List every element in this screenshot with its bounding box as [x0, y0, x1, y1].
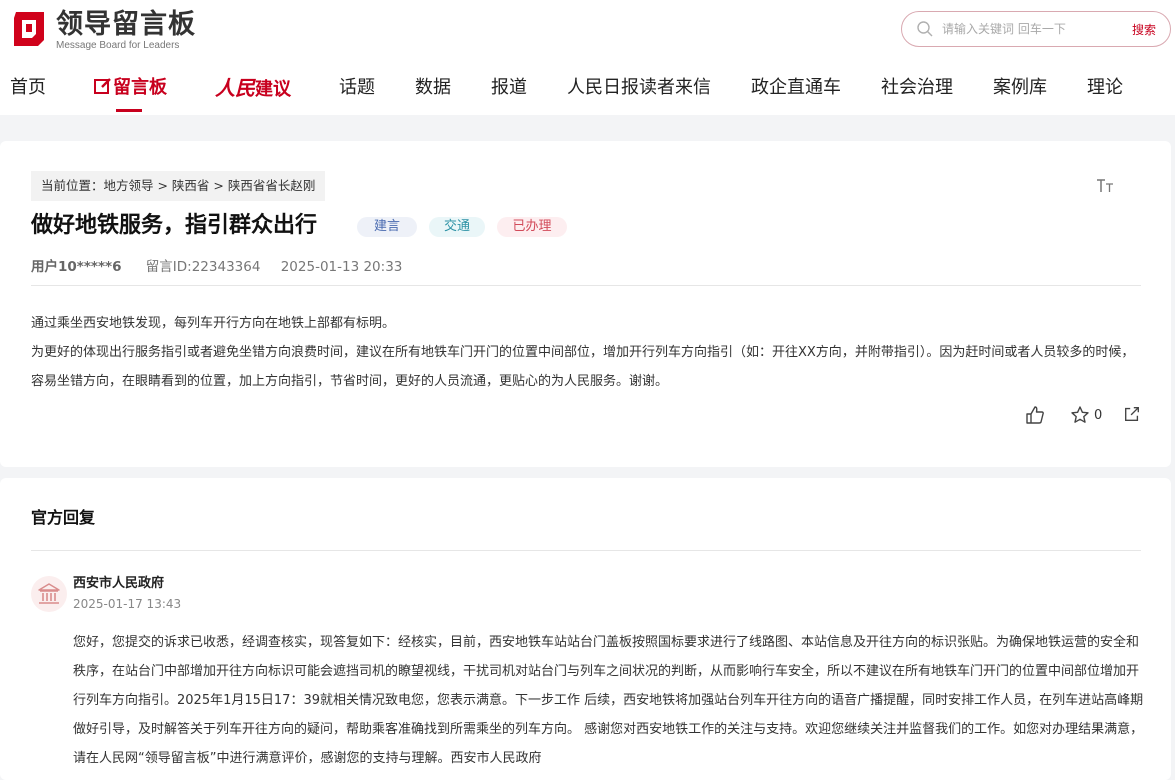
- message-paragraph: 为更好的体现出行服务指引或者避免坐错方向浪费时间，建议在所有地铁车门开门的位置中…: [31, 345, 1135, 389]
- message-card: 当前位置：地方领导 > 陕西省 > 陕西省省长赵刚 做好地铁服务，指引群众出行 …: [0, 141, 1171, 467]
- breadcrumb: 当前位置：地方领导 > 陕西省 > 陕西省省长赵刚: [31, 171, 326, 201]
- favorite-count: 0: [1094, 407, 1103, 423]
- search-icon: [917, 21, 933, 37]
- share-icon: [1125, 407, 1139, 421]
- nav-data[interactable]: 数据: [415, 74, 451, 102]
- reply-body: 您好，您提交的诉求已收悉，经调查核实，现答复如下：经核实，目前，西安地铁车站站台…: [73, 635, 1144, 766]
- tag-traffic[interactable]: 交通: [429, 217, 485, 237]
- divider: [31, 285, 1141, 286]
- edit-icon: [94, 78, 111, 94]
- avatar: [31, 576, 67, 612]
- search-input[interactable]: [942, 22, 1122, 36]
- nav-social-governance[interactable]: 社会治理: [881, 74, 953, 102]
- star-icon: [1071, 406, 1089, 423]
- nav-message-board[interactable]: 留言板: [93, 74, 167, 102]
- reply-org-name: 西安市人民政府: [73, 576, 165, 591]
- message-meta: 用户10*****6 留言ID:22343364 2025-01-13 20:3…: [31, 257, 402, 277]
- reply-date: 2025-01-17 13:43: [73, 597, 182, 611]
- nav-topics[interactable]: 话题: [339, 74, 375, 102]
- favorite-button[interactable]: 0: [1070, 405, 1102, 425]
- tag-suggestion[interactable]: 建言: [357, 217, 417, 237]
- nav-gov-business[interactable]: 政企直通车: [751, 74, 841, 102]
- status-badge: 已办理: [497, 217, 567, 237]
- message-title: 做好地铁服务，指引群众出行: [31, 213, 318, 238]
- nav-readers-letters[interactable]: 人民日报读者来信: [567, 74, 711, 102]
- nav-suggestion-label: 建议: [255, 79, 291, 100]
- thumbs-up-icon: [1026, 406, 1044, 424]
- nav-people-logo-text: 人民: [215, 76, 255, 100]
- message-paragraph: 通过乘坐西安地铁发现，每列车开行方向在地铁上部都有标明。: [31, 316, 396, 331]
- reply-heading: 官方回复: [31, 508, 96, 527]
- nav-people-suggestion[interactable]: 人民建议: [215, 74, 291, 104]
- message-user[interactable]: 用户10*****6: [31, 259, 121, 275]
- message-body: 通过乘坐西安地铁发现，每列车开行方向在地铁上部都有标明。 为更好的体现出行服务指…: [31, 309, 1143, 396]
- logo-subtitle: Message Board for Leaders: [56, 40, 180, 51]
- logo-mark-icon: [14, 12, 44, 46]
- message-datetime: 2025-01-13 20:33: [280, 259, 403, 275]
- nav-active-indicator: [116, 109, 142, 112]
- nav-message-board-label: 留言板: [113, 77, 167, 98]
- like-button[interactable]: [1025, 405, 1045, 425]
- government-building-icon: [38, 583, 60, 604]
- divider: [31, 550, 1141, 551]
- official-reply-card: 官方回复 西安市人民政府 2025-01-17 13:43 您好，您提交的诉求已…: [0, 478, 1171, 780]
- nav-case-library[interactable]: 案例库: [993, 74, 1047, 102]
- share-button[interactable]: [1123, 405, 1141, 423]
- site-logo[interactable]: 领导留言板 Message Board for Leaders: [10, 10, 196, 52]
- nav-theory[interactable]: 理论: [1087, 74, 1123, 102]
- logo-title: 领导留言板: [56, 9, 196, 40]
- nav-home[interactable]: 首页: [10, 74, 46, 102]
- site-header: 领导留言板 Message Board for Leaders 搜索 首页 留言…: [0, 0, 1175, 115]
- search-button[interactable]: 搜索: [1132, 21, 1156, 38]
- nav-reports[interactable]: 报道: [491, 74, 527, 102]
- search-box: 搜索: [901, 11, 1171, 47]
- message-id: 留言ID:22343364: [145, 259, 261, 275]
- font-size-icon[interactable]: [1096, 176, 1116, 196]
